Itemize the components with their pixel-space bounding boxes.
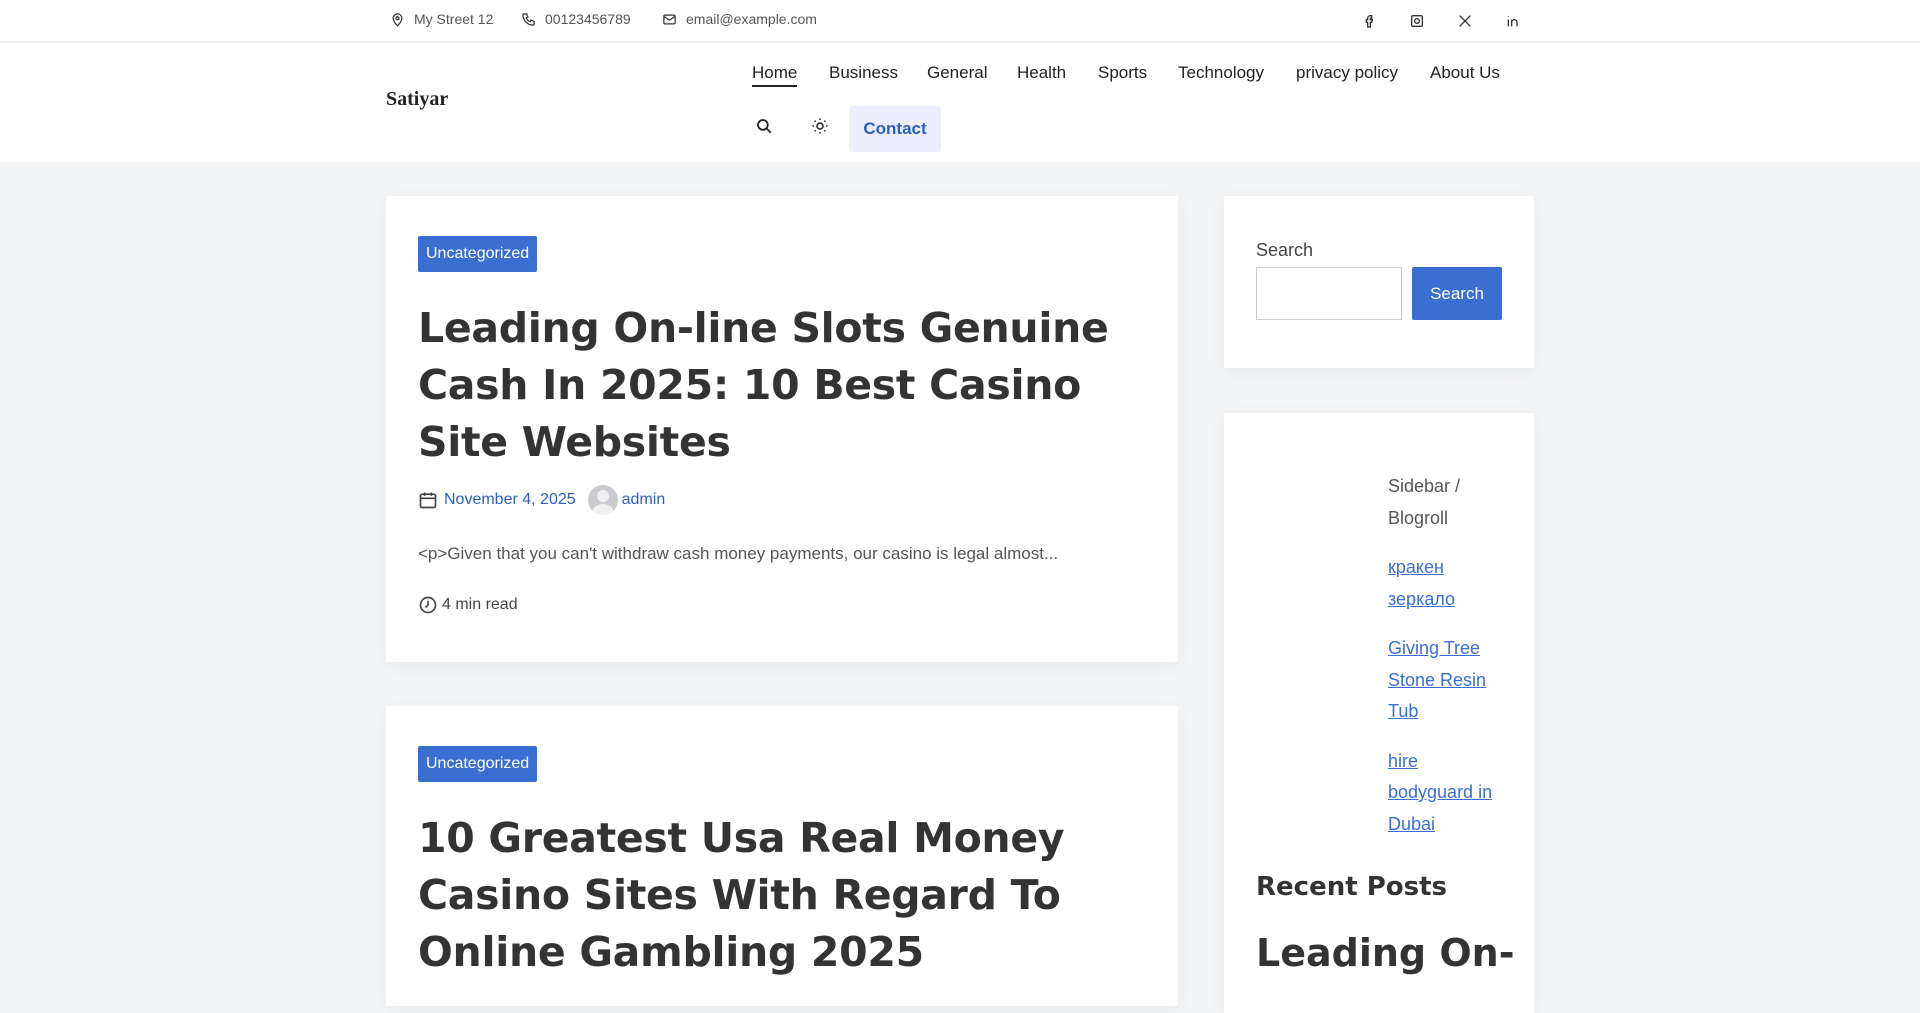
sidebar-blogroll-widget: Sidebar / Blogroll кракен зеркало Giving…	[1224, 413, 1534, 1013]
blogroll-link[interactable]: hire bodyguard in Dubai	[1388, 746, 1508, 841]
post-title[interactable]: 10 Greatest Usa Real Money Casino Sites …	[418, 810, 1138, 981]
address-item: My Street 12	[390, 11, 493, 27]
blogroll-link[interactable]: кракен зеркало	[1388, 552, 1508, 615]
search-input[interactable]	[1256, 267, 1402, 320]
linkedin-icon[interactable]	[1503, 11, 1523, 31]
category-badge[interactable]: Uncategorized	[418, 236, 538, 272]
post-card: Uncategorized Leading On-line Slots Genu…	[386, 196, 1178, 662]
email-item[interactable]: email@example.com	[662, 11, 817, 27]
phone-text: 00123456789	[545, 11, 631, 27]
read-time-text: 4 min read	[442, 596, 518, 613]
top-bar: My Street 12 00123456789 email@example.c…	[0, 0, 1920, 42]
email-text: email@example.com	[686, 11, 817, 27]
post-meta: November 4, 2025 admin	[418, 485, 665, 515]
blogroll-link[interactable]: Giving Tree Stone Resin Tub	[1388, 633, 1508, 728]
calendar-icon	[419, 492, 437, 509]
phone-icon	[522, 12, 535, 26]
sidebar-search-widget: Search Search	[1224, 196, 1534, 368]
post-author[interactable]: admin	[622, 491, 666, 509]
nav-sports[interactable]: Sports	[1098, 63, 1147, 83]
nav-about-us[interactable]: About Us	[1430, 63, 1500, 83]
category-badge[interactable]: Uncategorized	[418, 746, 538, 782]
nav-general[interactable]: General	[927, 63, 987, 83]
sun-icon[interactable]	[809, 115, 831, 137]
site-header: Satiyar Home Business General Health Spo…	[0, 43, 1920, 162]
search-label: Search	[1256, 240, 1314, 260]
avatar	[587, 485, 618, 515]
recent-posts-heading: Recent Posts	[1256, 872, 1447, 902]
instagram-icon[interactable]	[1407, 11, 1427, 31]
search-icon[interactable]	[753, 115, 775, 137]
post-card: Uncategorized 10 Greatest Usa Real Money…	[386, 706, 1178, 1006]
site-logo[interactable]: Satiyar	[386, 88, 448, 111]
x-icon[interactable]	[1455, 11, 1475, 31]
post-title[interactable]: Leading On-line Slots Genuine Cash In 20…	[418, 300, 1138, 471]
contact-button[interactable]: Contact	[849, 106, 941, 152]
facebook-icon[interactable]	[1359, 11, 1379, 31]
mail-icon	[663, 14, 676, 24]
map-pin-icon	[392, 12, 403, 27]
clock-icon	[419, 596, 437, 614]
read-time: 4 min read	[418, 595, 518, 615]
post-date[interactable]: November 4, 2025	[444, 491, 576, 509]
nav-technology[interactable]: Technology	[1178, 63, 1264, 83]
nav-home[interactable]: Home	[752, 63, 798, 87]
address-text: My Street 12	[414, 11, 494, 27]
phone-item[interactable]: 00123456789	[521, 11, 631, 27]
search-button[interactable]: Search	[1412, 267, 1502, 320]
post-excerpt: <p>Given that you can't withdraw cash mo…	[418, 544, 1059, 563]
blogroll-heading: Sidebar / Blogroll	[1388, 476, 1461, 528]
blogroll: Sidebar / Blogroll кракен зеркало Giving…	[1388, 471, 1508, 858]
nav-business[interactable]: Business	[829, 63, 898, 83]
nav-privacy-policy[interactable]: privacy policy	[1296, 63, 1398, 83]
recent-post-link[interactable]: Leading On-	[1256, 931, 1526, 975]
nav-health[interactable]: Health	[1017, 63, 1066, 83]
